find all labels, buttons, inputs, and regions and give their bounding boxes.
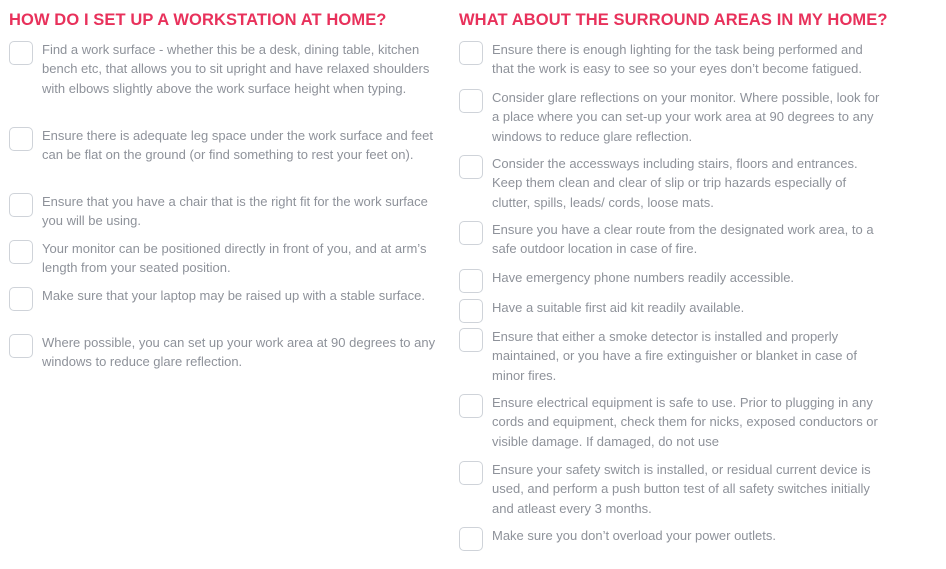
checklist-item-label: Have a suitable first aid kit readily av… — [492, 300, 745, 315]
checkbox[interactable] — [9, 127, 33, 151]
checkbox[interactable] — [9, 193, 33, 217]
checkbox[interactable] — [459, 328, 483, 352]
checklist-item-label: Ensure electrical equipment is safe to u… — [492, 395, 878, 449]
checkbox[interactable] — [9, 240, 33, 264]
checkbox[interactable] — [459, 41, 483, 65]
checklist-item-label: Consider the accessways including stairs… — [492, 156, 858, 210]
checklist-item-leg-space[interactable]: Ensure there is adequate leg space under… — [9, 126, 437, 165]
checklist-item-label: Consider glare reflections on your monit… — [492, 90, 880, 144]
checklist-item-label: Make sure that your laptop may be raised… — [42, 288, 425, 303]
checklist-item-emergency-numbers[interactable]: Have emergency phone numbers readily acc… — [459, 268, 884, 293]
surround-areas-heading: WHAT ABOUT THE SURROUND AREAS IN MY HOME… — [459, 11, 888, 29]
checkbox[interactable] — [459, 299, 483, 323]
checklist-item-chair[interactable]: Ensure that you have a chair that is the… — [9, 192, 437, 231]
checklist-item-lighting[interactable]: Ensure there is enough lighting for the … — [459, 40, 884, 79]
checkbox[interactable] — [459, 155, 483, 179]
checkbox[interactable] — [459, 461, 483, 485]
checklist-item-label: Find a work surface - whether this be a … — [42, 42, 430, 96]
checkbox[interactable] — [459, 269, 483, 293]
checklist-item-label: Ensure that either a smoke detector is i… — [492, 329, 857, 383]
checklist-item-power-outlets[interactable]: Make sure you don’t overload your power … — [459, 526, 884, 551]
checklist-item-accessways[interactable]: Consider the accessways including stairs… — [459, 154, 884, 212]
workstation-heading: HOW DO I SET UP A WORKSTATION AT HOME? — [9, 11, 387, 29]
checklist-item-label: Have emergency phone numbers readily acc… — [492, 270, 795, 285]
checklist-item-work-surface[interactable]: Find a work surface - whether this be a … — [9, 40, 437, 98]
checkbox[interactable] — [9, 334, 33, 358]
checklist-item-monitor[interactable]: Your monitor can be positioned directly … — [9, 239, 437, 278]
checklist-item-label: Ensure that you have a chair that is the… — [42, 194, 428, 229]
checklist-item-smoke-detector[interactable]: Ensure that either a smoke detector is i… — [459, 327, 884, 385]
checkbox[interactable] — [459, 527, 483, 551]
checkbox[interactable] — [459, 221, 483, 245]
checklist-item-fire-route[interactable]: Ensure you have a clear route from the d… — [459, 220, 884, 259]
checkbox[interactable] — [9, 287, 33, 311]
checkbox[interactable] — [459, 394, 483, 418]
checklist-item-label: Your monitor can be positioned directly … — [42, 241, 427, 276]
checklist-item-glare-angle[interactable]: Where possible, you can set up your work… — [9, 333, 437, 372]
checklist-item-label: Ensure you have a clear route from the d… — [492, 222, 874, 257]
checklist-item-label: Ensure there is adequate leg space under… — [42, 128, 433, 163]
checklist-item-label: Where possible, you can set up your work… — [42, 335, 436, 370]
checklist-item-laptop[interactable]: Make sure that your laptop may be raised… — [9, 286, 437, 311]
checkbox[interactable] — [9, 41, 33, 65]
checklist-item-glare-reflections[interactable]: Consider glare reflections on your monit… — [459, 88, 884, 146]
checklist-item-first-aid[interactable]: Have a suitable first aid kit readily av… — [459, 298, 884, 323]
checklist-item-safety-switch[interactable]: Ensure your safety switch is installed, … — [459, 460, 884, 518]
checklist-item-label: Ensure there is enough lighting for the … — [492, 42, 863, 77]
checklist-item-electrical-equipment[interactable]: Ensure electrical equipment is safe to u… — [459, 393, 884, 451]
checklist-item-label: Make sure you don’t overload your power … — [492, 528, 776, 543]
checkbox[interactable] — [459, 89, 483, 113]
checklist-page: HOW DO I SET UP A WORKSTATION AT HOME? F… — [0, 0, 946, 569]
checklist-item-label: Ensure your safety switch is installed, … — [492, 462, 871, 516]
